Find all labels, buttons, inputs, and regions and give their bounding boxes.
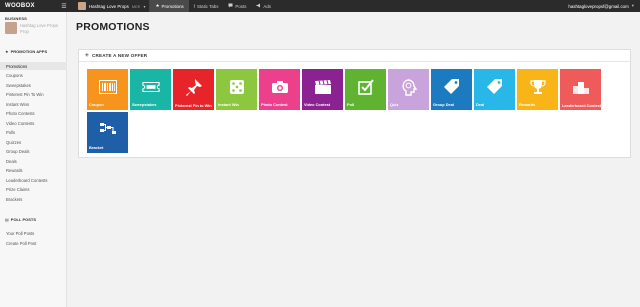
sidebar-item-quizzes[interactable]: Quizzes bbox=[0, 138, 67, 146]
create-offer-panel: + CREATE A NEW OFFER Coupon Sweepstakes … bbox=[78, 49, 631, 158]
nav-promotions[interactable]: ★ Promotions bbox=[150, 0, 189, 12]
tile-video-contest[interactable]: Video Contest bbox=[302, 69, 343, 110]
sidebar-item-pinterest[interactable]: Pinterest Pin To Win bbox=[0, 91, 67, 99]
star-icon: ★ bbox=[155, 3, 160, 8]
nav-label: Posts bbox=[235, 3, 247, 9]
sidebar-item-sweepstakes[interactable]: Sweepstakes bbox=[0, 81, 67, 89]
tile-coupon[interactable]: Coupon bbox=[87, 69, 128, 110]
sidebar-item-polls[interactable]: Polls bbox=[0, 129, 67, 137]
tile-leaderboard[interactable]: Leaderboard Contest bbox=[560, 69, 601, 110]
nav-ads[interactable]: Ads bbox=[251, 0, 276, 12]
tile-label: Poll bbox=[347, 102, 355, 108]
checkbox-icon bbox=[357, 78, 375, 96]
sidebar-item-brackets[interactable]: Brackets bbox=[0, 195, 67, 203]
tile-label: Group Deal bbox=[433, 102, 454, 108]
sidebar-item-photo-contests[interactable]: Photo Contests bbox=[0, 110, 67, 118]
user-email: hashtaglovepropsf@gmail.com bbox=[568, 3, 629, 9]
camera-icon bbox=[271, 78, 289, 96]
nav-static-tabs[interactable]: f Static Tabs bbox=[189, 0, 224, 12]
tile-label: Pinterest Pin to Win bbox=[175, 102, 212, 108]
sidebar-item-group-deals[interactable]: Group Deals bbox=[0, 148, 67, 156]
sidebar-item-promotions[interactable]: Promotions bbox=[0, 62, 67, 70]
megaphone-icon bbox=[256, 3, 261, 9]
tile-sweepstakes[interactable]: Sweepstakes bbox=[130, 69, 171, 110]
page-selector[interactable]: Hashtag Love Props MEE ▾ bbox=[72, 0, 151, 12]
menu-icon[interactable]: ☰ bbox=[56, 0, 72, 12]
sidebar-item-prize-claims[interactable]: Prize Claims bbox=[0, 186, 67, 194]
tile-rewards[interactable]: Rewards bbox=[517, 69, 558, 110]
facebook-icon: f bbox=[193, 3, 196, 9]
tile-pinterest[interactable]: Pinterest Pin to Win bbox=[173, 69, 214, 110]
barcode-icon bbox=[98, 78, 117, 96]
tile-label: Video Contest bbox=[304, 102, 331, 108]
chevron-down-icon: ▾ bbox=[631, 3, 634, 8]
plus-icon: + bbox=[85, 52, 89, 59]
nav-label: Static Tabs bbox=[197, 3, 219, 9]
speech-bubble-icon bbox=[228, 3, 233, 9]
sidebar-item-video-contests[interactable]: Video Contests bbox=[0, 119, 67, 127]
tile-label: Sweepstakes bbox=[132, 102, 157, 108]
tile-label: Bracket bbox=[89, 145, 104, 151]
top-navbar: WOOBOX ☰ Hashtag Love Props MEE ▾ ★ Prom… bbox=[0, 0, 640, 12]
tile-label: Leaderboard Contest bbox=[562, 102, 602, 108]
business-name[interactable]: Hashtag Love Props Prop bbox=[20, 23, 64, 34]
sidebar-item-rewards[interactable]: Rewards bbox=[0, 167, 67, 175]
trophy-icon bbox=[529, 78, 547, 96]
dice-icon bbox=[228, 78, 246, 96]
star-icon: ★ bbox=[5, 49, 9, 54]
page-avatar bbox=[78, 2, 86, 10]
brain-head-icon bbox=[400, 78, 418, 97]
ticket-icon bbox=[141, 78, 160, 96]
pushpin-icon bbox=[185, 78, 203, 97]
sidebar: BUSINESS Hashtag Love Props Prop ★ PROMO… bbox=[0, 12, 67, 307]
panel-header: + CREATE A NEW OFFER bbox=[79, 50, 630, 62]
tile-bracket[interactable]: Bracket bbox=[87, 112, 128, 153]
user-menu[interactable]: hashtaglovepropsf@gmail.com ▾ bbox=[568, 3, 640, 9]
tile-poll[interactable]: Poll bbox=[345, 69, 386, 110]
business-label: BUSINESS bbox=[5, 16, 28, 21]
tile-photo-contest[interactable]: Photo Contest bbox=[259, 69, 300, 110]
page-title: PROMOTIONS bbox=[76, 21, 150, 33]
sidebar-item-coupons[interactable]: Coupons bbox=[0, 72, 67, 80]
sidebar-item-create-poll-post[interactable]: Create Poll Post bbox=[0, 239, 67, 247]
nav-label: Ads bbox=[263, 3, 271, 9]
poll-icon: ▤ bbox=[5, 217, 9, 222]
tile-label: Instant Win bbox=[218, 102, 239, 108]
tile-label: Coupon bbox=[89, 102, 104, 108]
promotion-apps-heading: ★ PROMOTION APPS bbox=[5, 49, 48, 54]
clapperboard-icon bbox=[314, 78, 332, 96]
woobox-logo[interactable]: WOOBOX bbox=[0, 0, 56, 12]
podium-icon bbox=[572, 78, 590, 96]
sidebar-item-deals[interactable]: Deals bbox=[0, 157, 67, 165]
tile-quiz[interactable]: Quiz bbox=[388, 69, 429, 110]
price-tag-icon bbox=[443, 78, 461, 96]
sidebar-item-leaderboard[interactable]: Leaderboard Contests bbox=[0, 176, 67, 184]
tile-label: Photo Contest bbox=[261, 102, 288, 108]
chevron-down-icon: ▾ bbox=[143, 3, 146, 9]
page-tag: MEE bbox=[131, 3, 141, 9]
nav-posts[interactable]: Posts bbox=[223, 0, 251, 12]
tile-label: Deal bbox=[476, 102, 485, 108]
tile-label: Quiz bbox=[390, 102, 399, 108]
bracket-icon bbox=[99, 121, 117, 139]
poll-posts-heading: ▤ POLL POSTS bbox=[5, 217, 37, 222]
panel-title: CREATE A NEW OFFER bbox=[92, 53, 148, 58]
sidebar-item-instant-wins[interactable]: Instant Wins bbox=[0, 100, 67, 108]
tile-label: Rewards bbox=[519, 102, 536, 108]
sidebar-item-your-poll-posts[interactable]: Your Poll Posts bbox=[0, 229, 67, 237]
page-name: Hashtag Love Props bbox=[89, 3, 129, 9]
tile-deal[interactable]: Deal bbox=[474, 69, 515, 110]
price-tag-icon bbox=[486, 78, 504, 96]
tile-instant-win[interactable]: Instant Win bbox=[216, 69, 257, 110]
tile-group-deal[interactable]: Group Deal bbox=[431, 69, 472, 110]
nav-label: Promotions bbox=[161, 3, 184, 9]
business-avatar bbox=[5, 22, 17, 34]
